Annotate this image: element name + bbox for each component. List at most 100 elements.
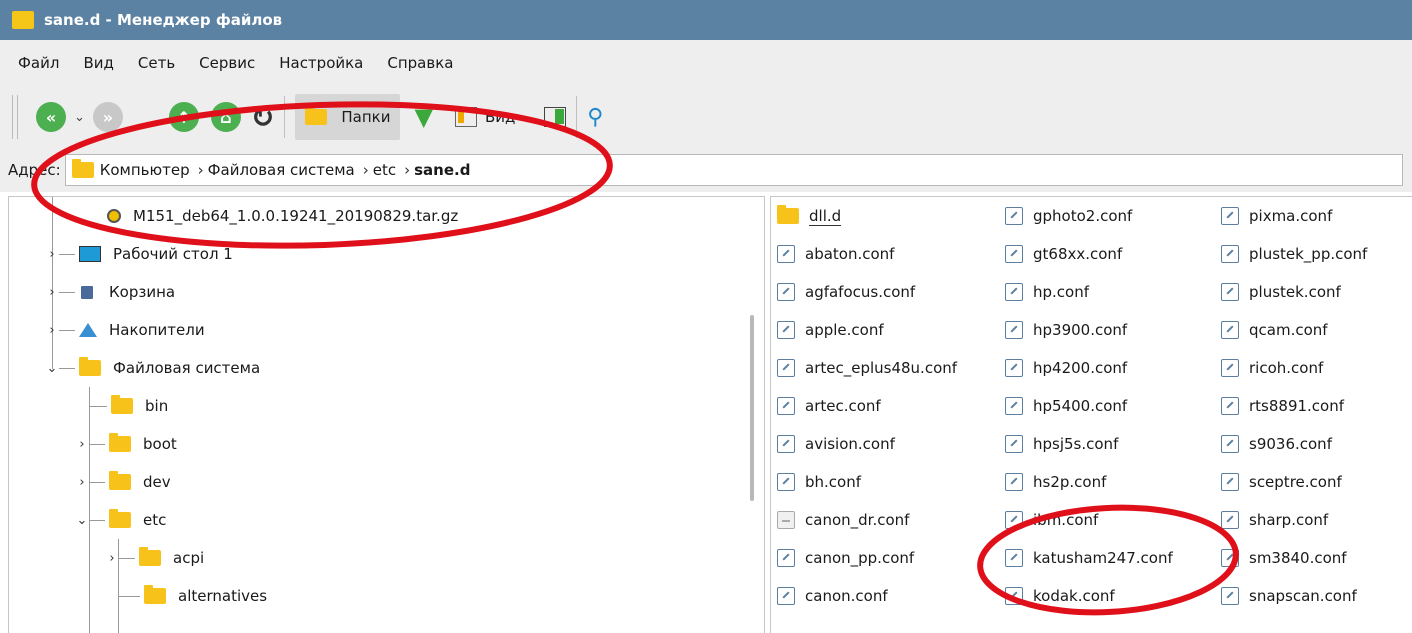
menu-file[interactable]: Файл	[18, 54, 59, 72]
text-file-icon	[1005, 359, 1023, 377]
tree-item[interactable]: › Рабочий стол 1	[45, 235, 232, 273]
file-item[interactable]: sceptre.conf	[1221, 463, 1342, 501]
file-list[interactable]: dll.d abaton.conf agfafocus.conf apple.c…	[770, 196, 1412, 633]
file-item[interactable]: hpsj5s.conf	[1005, 425, 1118, 463]
text-file-icon	[1005, 321, 1023, 339]
filter-icon[interactable]: ▼	[414, 103, 432, 131]
file-item[interactable]: avision.conf	[777, 425, 895, 463]
file-item[interactable]: artec_eplus48u.conf	[777, 349, 957, 387]
crumb-filesystem[interactable]: Файловая система	[208, 161, 355, 179]
file-item[interactable]: hp3900.conf	[1005, 311, 1127, 349]
file-item[interactable]: hp4200.conf	[1005, 349, 1127, 387]
file-item[interactable]: artec.conf	[777, 387, 881, 425]
address-path[interactable]: Компьютер › Файловая система › etc › san…	[64, 154, 1403, 186]
crumb-etc[interactable]: etc	[373, 161, 396, 179]
tree-item[interactable]: ⌄ Файловая система	[45, 349, 260, 387]
file-name: sm3840.conf	[1249, 549, 1347, 567]
file-item[interactable]: katusham247.conf	[1005, 539, 1173, 577]
folder-icon	[109, 433, 131, 452]
tree-item[interactable]: M151_deb64_1.0.0.19241_20190829.tar.gz	[107, 197, 458, 235]
tree-item[interactable]: › boot	[75, 425, 177, 463]
back-icon[interactable]: «	[36, 102, 66, 132]
tree-item[interactable]: › Накопители	[45, 311, 204, 349]
menu-settings[interactable]: Настройка	[279, 54, 363, 72]
chevron-down-icon[interactable]: ⌄	[75, 513, 89, 528]
file-item[interactable]: pixma.conf	[1221, 197, 1332, 235]
file-item[interactable]: ibm.conf	[1005, 501, 1098, 539]
chevron-right-icon[interactable]: ›	[45, 285, 59, 300]
file-name: hpsj5s.conf	[1033, 435, 1119, 453]
menu-view[interactable]: Вид	[83, 54, 113, 72]
file-item[interactable]: sm3840.conf	[1221, 539, 1347, 577]
file-item[interactable]: hp.conf	[1005, 273, 1089, 311]
file-item[interactable]: ricoh.conf	[1221, 349, 1323, 387]
file-name: plustek_pp.conf	[1249, 245, 1368, 263]
address-label: Адрес:	[8, 161, 61, 179]
refresh-icon[interactable]: ↻	[251, 101, 274, 134]
file-item[interactable]: sharp.conf	[1221, 501, 1328, 539]
file-item[interactable]: agfafocus.conf	[777, 273, 915, 311]
text-file-icon	[777, 435, 795, 453]
chevron-down-icon[interactable]: ⌄	[45, 361, 59, 376]
search-icon[interactable]: ⚲	[587, 105, 603, 130]
file-item[interactable]: plustek_pp.conf	[1221, 235, 1367, 273]
file-item[interactable]: canon_pp.conf	[777, 539, 914, 577]
file-item[interactable]: apple.conf	[777, 311, 884, 349]
menu-network[interactable]: Сеть	[138, 54, 175, 72]
chevron-right-icon[interactable]: ›	[45, 247, 59, 262]
forward-icon[interactable]: »	[92, 102, 123, 132]
drives-icon	[79, 323, 97, 337]
view-dropdown-icon[interactable]: ⌄	[523, 110, 534, 125]
file-item[interactable]: hp5400.conf	[1005, 387, 1127, 425]
file-item[interactable]: canon.conf	[777, 577, 888, 615]
home-icon[interactable]: ⌂	[210, 102, 241, 132]
view-icon[interactable]	[454, 107, 477, 127]
tree-scrollbar[interactable]	[750, 315, 754, 501]
file-item[interactable]: rts8891.conf	[1221, 387, 1344, 425]
tree-item-label: bin	[145, 397, 169, 415]
tree-item[interactable]: ⌄ etc	[75, 501, 166, 539]
view-label[interactable]: Вид	[485, 108, 515, 126]
menu-help[interactable]: Справка	[387, 54, 453, 72]
tree-item-label: dev	[143, 473, 171, 491]
title-bar: sane.d - Менеджер файлов	[0, 0, 1412, 40]
file-item[interactable]: bh.conf	[777, 463, 861, 501]
file-name: kodak.conf	[1033, 587, 1115, 605]
chevron-right-icon[interactable]: ›	[45, 323, 59, 338]
chevron-right-icon[interactable]: ›	[75, 475, 89, 490]
file-name: artec.conf	[805, 397, 881, 415]
file-item[interactable]: dll.d	[777, 197, 842, 235]
text-file-icon	[1005, 245, 1023, 263]
file-item[interactable]: hs2p.conf	[1005, 463, 1106, 501]
tree-item[interactable]: › acpi	[105, 539, 204, 577]
file-item[interactable]: abaton.conf	[777, 235, 894, 273]
text-file-icon	[777, 473, 795, 491]
up-icon[interactable]: ↑	[168, 102, 199, 132]
back-dropdown-icon[interactable]: ⌄	[74, 110, 85, 125]
file-item[interactable]: gphoto2.conf	[1005, 197, 1132, 235]
file-name: dll.d	[809, 206, 842, 226]
file-item[interactable]: qcam.conf	[1221, 311, 1328, 349]
tree-item[interactable]: bin	[89, 387, 168, 425]
tree-item[interactable]: › Корзина	[45, 273, 175, 311]
toolbar-grip[interactable]	[12, 95, 18, 139]
chevron-right-icon[interactable]: ›	[105, 551, 119, 566]
chevron-right-icon[interactable]: ›	[75, 437, 89, 452]
file-item[interactable]: snapscan.conf	[1221, 577, 1357, 615]
menu-service[interactable]: Сервис	[199, 54, 255, 72]
folder-tree[interactable]: M151_deb64_1.0.0.19241_20190829.tar.gz ›…	[8, 196, 765, 633]
trash-icon	[81, 285, 93, 299]
crumb-sane-d[interactable]: sane.d	[414, 161, 470, 179]
file-item[interactable]: plustek.conf	[1221, 273, 1341, 311]
tree-item[interactable]: › dev	[75, 463, 171, 501]
folders-button[interactable]: Папки	[295, 94, 401, 140]
split-view-icon[interactable]	[544, 107, 567, 127]
crumb-computer[interactable]: Компьютер	[100, 161, 190, 179]
file-item[interactable]: s9036.conf	[1221, 425, 1332, 463]
file-item[interactable]: kodak.conf	[1005, 577, 1115, 615]
file-item[interactable]: gt68xx.conf	[1005, 235, 1122, 273]
tree-item[interactable]: alternatives	[118, 577, 267, 615]
text-file-icon	[777, 587, 795, 605]
file-item[interactable]: canon_dr.conf	[777, 501, 909, 539]
file-name: agfafocus.conf	[805, 283, 916, 301]
